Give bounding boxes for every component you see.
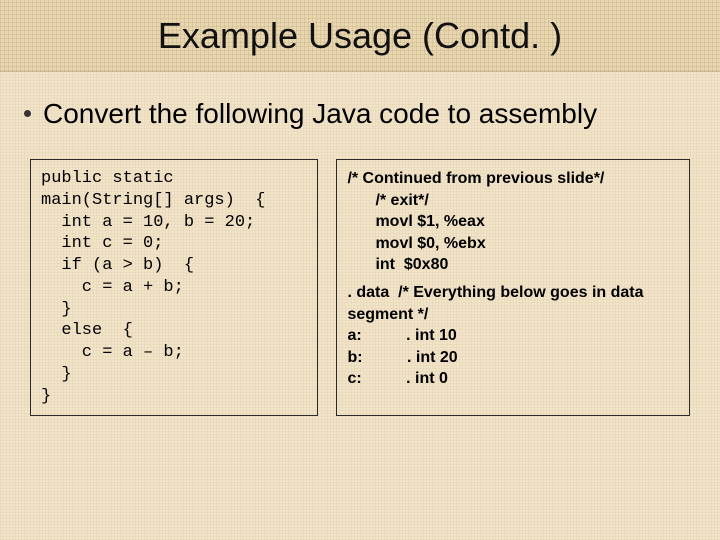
- asm-line: c: . int 0: [347, 368, 679, 390]
- slide-content: Convert the following Java code to assem…: [0, 72, 720, 416]
- java-code-box: public static main(String[] args) { int …: [30, 159, 318, 416]
- asm-line: b: . int 20: [347, 347, 679, 369]
- asm-line: int $0x80: [347, 254, 679, 276]
- slide-title: Example Usage (Contd. ): [158, 15, 562, 57]
- asm-line: /* exit*/: [347, 190, 679, 212]
- asm-line: movl $1, %eax: [347, 211, 679, 233]
- bullet-dot-icon: [24, 110, 31, 117]
- asm-line: movl $0, %ebx: [347, 233, 679, 255]
- asm-line: segment */: [347, 304, 679, 326]
- code-columns: public static main(String[] args) { int …: [18, 159, 702, 416]
- bullet-row: Convert the following Java code to assem…: [18, 96, 702, 131]
- title-band: Example Usage (Contd. ): [0, 0, 720, 72]
- assembly-code-box: /* Continued from previous slide*/ /* ex…: [336, 159, 690, 416]
- asm-line: /* Continued from previous slide*/: [347, 168, 679, 190]
- asm-line: . data /* Everything below goes in data: [347, 282, 679, 304]
- asm-line: a: . int 10: [347, 325, 679, 347]
- bullet-text: Convert the following Java code to assem…: [43, 96, 597, 131]
